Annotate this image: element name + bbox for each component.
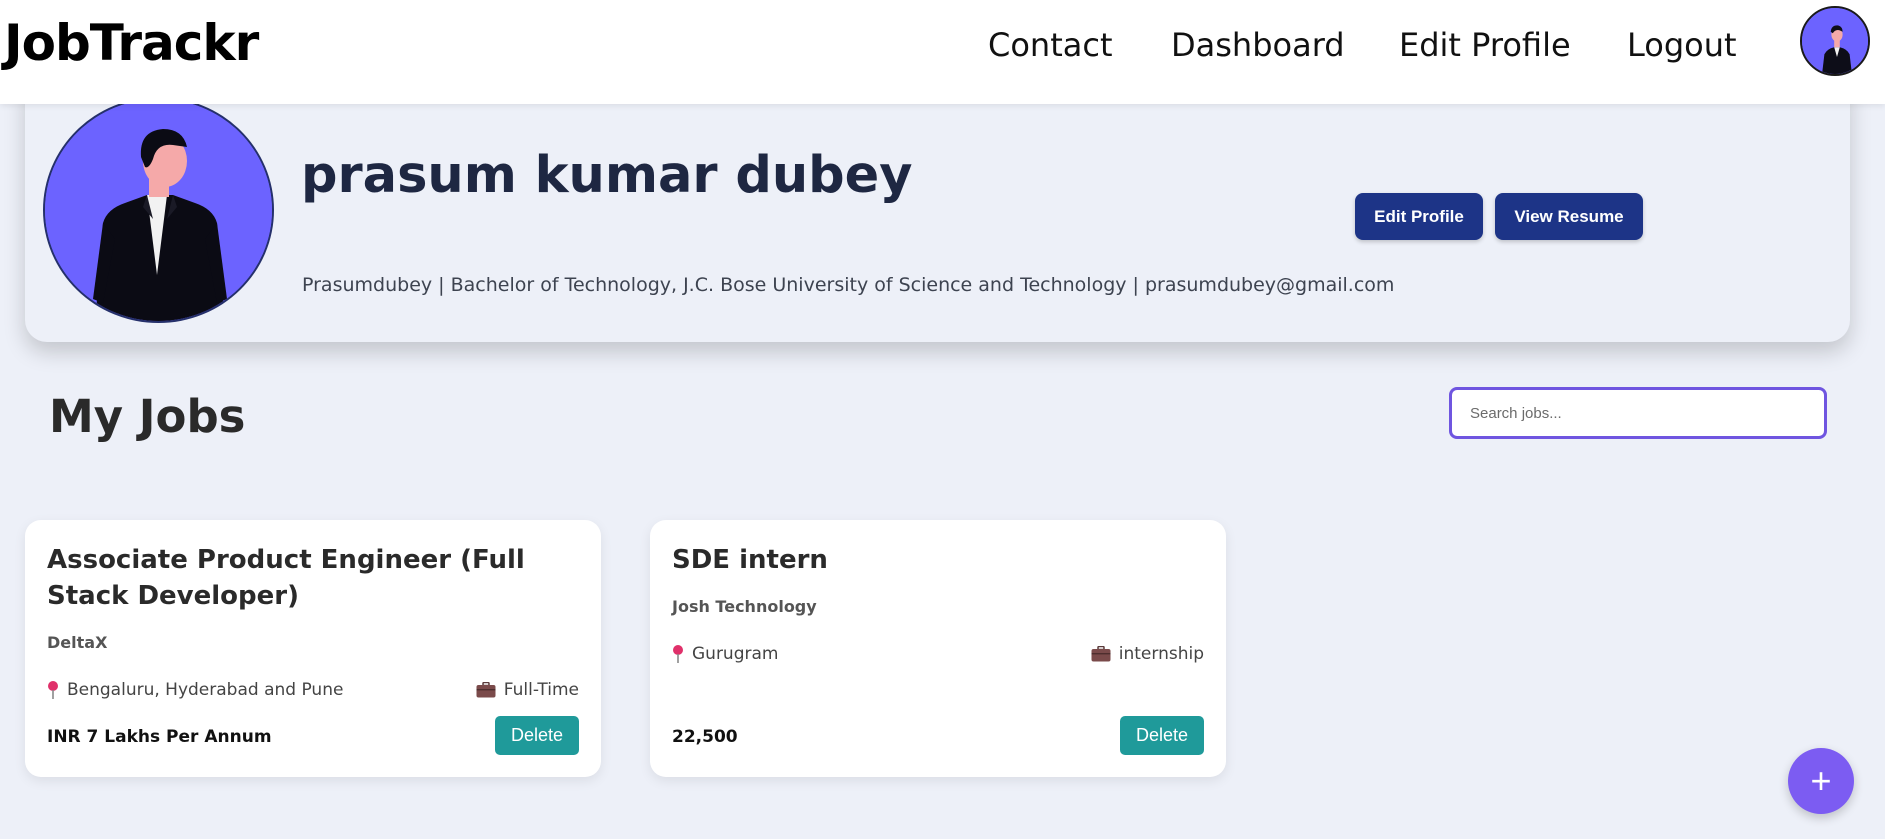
add-job-button[interactable]: + xyxy=(1788,748,1854,814)
job-company: Josh Technology xyxy=(672,597,817,616)
job-company: DeltaX xyxy=(47,633,108,652)
map-pin-icon xyxy=(48,681,58,699)
nav-avatar[interactable] xyxy=(1800,6,1870,76)
map-pin-icon xyxy=(673,645,683,663)
job-salary: 22,500 xyxy=(672,727,738,747)
job-type: internship xyxy=(1091,644,1204,664)
view-resume-button[interactable]: View Resume xyxy=(1495,193,1643,240)
job-card[interactable]: Associate Product Engineer (Full Stack D… xyxy=(25,520,601,777)
delete-button[interactable]: Delete xyxy=(495,716,579,755)
job-location: Bengaluru, Hyderabad and Pune xyxy=(47,680,343,700)
profile-avatar xyxy=(43,97,274,323)
section-title: My Jobs xyxy=(49,390,246,443)
job-location-text: Gurugram xyxy=(692,644,779,664)
search-input[interactable] xyxy=(1449,387,1827,439)
nav-link-edit-profile[interactable]: Edit Profile xyxy=(1399,26,1571,64)
job-title: Associate Product Engineer (Full Stack D… xyxy=(47,545,525,611)
job-type-text: internship xyxy=(1118,644,1204,664)
nav-link-contact[interactable]: Contact xyxy=(988,26,1113,64)
job-details-row: Bengaluru, Hyderabad and Pune Full-Time xyxy=(47,680,579,700)
profile-name: prasum kumar dubey xyxy=(301,146,913,205)
briefcase-icon xyxy=(1091,646,1111,662)
person-icon xyxy=(45,99,272,321)
nav-link-logout[interactable]: Logout xyxy=(1627,26,1737,64)
job-title: SDE intern xyxy=(672,545,828,575)
briefcase-icon xyxy=(476,682,496,698)
nav-link-dashboard[interactable]: Dashboard xyxy=(1171,26,1345,64)
profile-meta: Prasumdubey | Bachelor of Technology, J.… xyxy=(302,274,1395,296)
job-location: Gurugram xyxy=(672,644,778,664)
job-details-row: Gurugram internship xyxy=(672,644,1204,664)
delete-button[interactable]: Delete xyxy=(1120,716,1204,755)
job-location-text: Bengaluru, Hyderabad and Pune xyxy=(67,680,344,700)
person-icon xyxy=(1802,8,1868,74)
navbar: JobTrackr Contact Dashboard Edit Profile… xyxy=(0,0,1885,104)
job-card[interactable]: SDE intern Josh Technology Gurugram inte… xyxy=(650,520,1226,777)
brand-logo[interactable]: JobTrackr xyxy=(4,14,259,72)
job-type-text: Full-Time xyxy=(503,680,579,700)
job-salary: INR 7 Lakhs Per Annum xyxy=(47,727,272,747)
edit-profile-button[interactable]: Edit Profile xyxy=(1355,193,1483,240)
job-type: Full-Time xyxy=(476,680,579,700)
